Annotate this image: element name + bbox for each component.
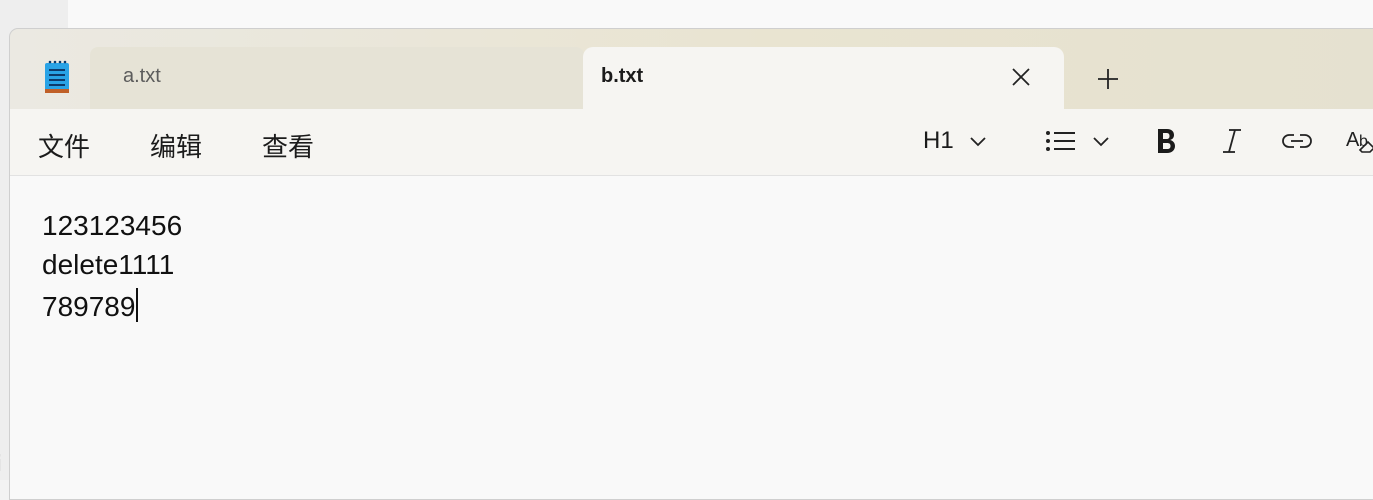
chevron-down-icon xyxy=(970,137,986,147)
heading-level: H1 xyxy=(923,127,954,154)
tab-label: b.txt xyxy=(601,65,644,87)
tab-label: a.txt xyxy=(123,65,161,87)
notepad-window: a.txt b.txt 文件 编辑 查看 H1 A b 123123456 de… xyxy=(9,28,1373,500)
bold-button[interactable] xyxy=(1154,121,1178,161)
plus-icon[interactable] xyxy=(1096,67,1120,91)
list-dropdown[interactable] xyxy=(1045,121,1111,161)
desktop: i a.txt b.txt xyxy=(0,0,1373,500)
tab-a-txt[interactable]: a.txt xyxy=(90,47,584,109)
link-button[interactable] xyxy=(1281,121,1313,161)
close-icon[interactable] xyxy=(1009,65,1033,89)
svg-text:A: A xyxy=(1346,129,1360,151)
text-line-current: 789789 xyxy=(42,288,138,323)
menu-bar: 文件 编辑 查看 H1 A b xyxy=(10,109,1373,176)
background-text-fragment: i xyxy=(0,452,2,477)
text-editor[interactable]: 123123456 delete1111 789789 xyxy=(10,176,1373,499)
chevron-down-icon xyxy=(1093,137,1109,147)
menu-edit[interactable]: 编辑 xyxy=(150,127,202,164)
notepad-icon[interactable] xyxy=(43,59,71,95)
text-line-content: 789789 xyxy=(42,291,136,322)
bullet-list-icon xyxy=(1046,131,1075,151)
heading-dropdown[interactable]: H1 xyxy=(923,121,988,161)
menu-view[interactable]: 查看 xyxy=(262,127,314,164)
tab-b-txt[interactable]: b.txt xyxy=(583,47,1064,109)
tab-bar: a.txt b.txt xyxy=(10,29,1373,109)
text-caret xyxy=(136,288,138,322)
menu-file[interactable]: 文件 xyxy=(38,127,90,164)
text-line: 123123456 xyxy=(42,210,183,241)
clear-formatting-icon: A b xyxy=(1346,129,1373,153)
bold-icon xyxy=(1158,129,1175,153)
link-icon xyxy=(1282,134,1312,148)
clear-formatting-button[interactable]: A b xyxy=(1346,121,1373,161)
text-line: delete1111 xyxy=(42,249,175,280)
italic-button[interactable] xyxy=(1220,121,1244,161)
italic-icon xyxy=(1223,129,1241,153)
